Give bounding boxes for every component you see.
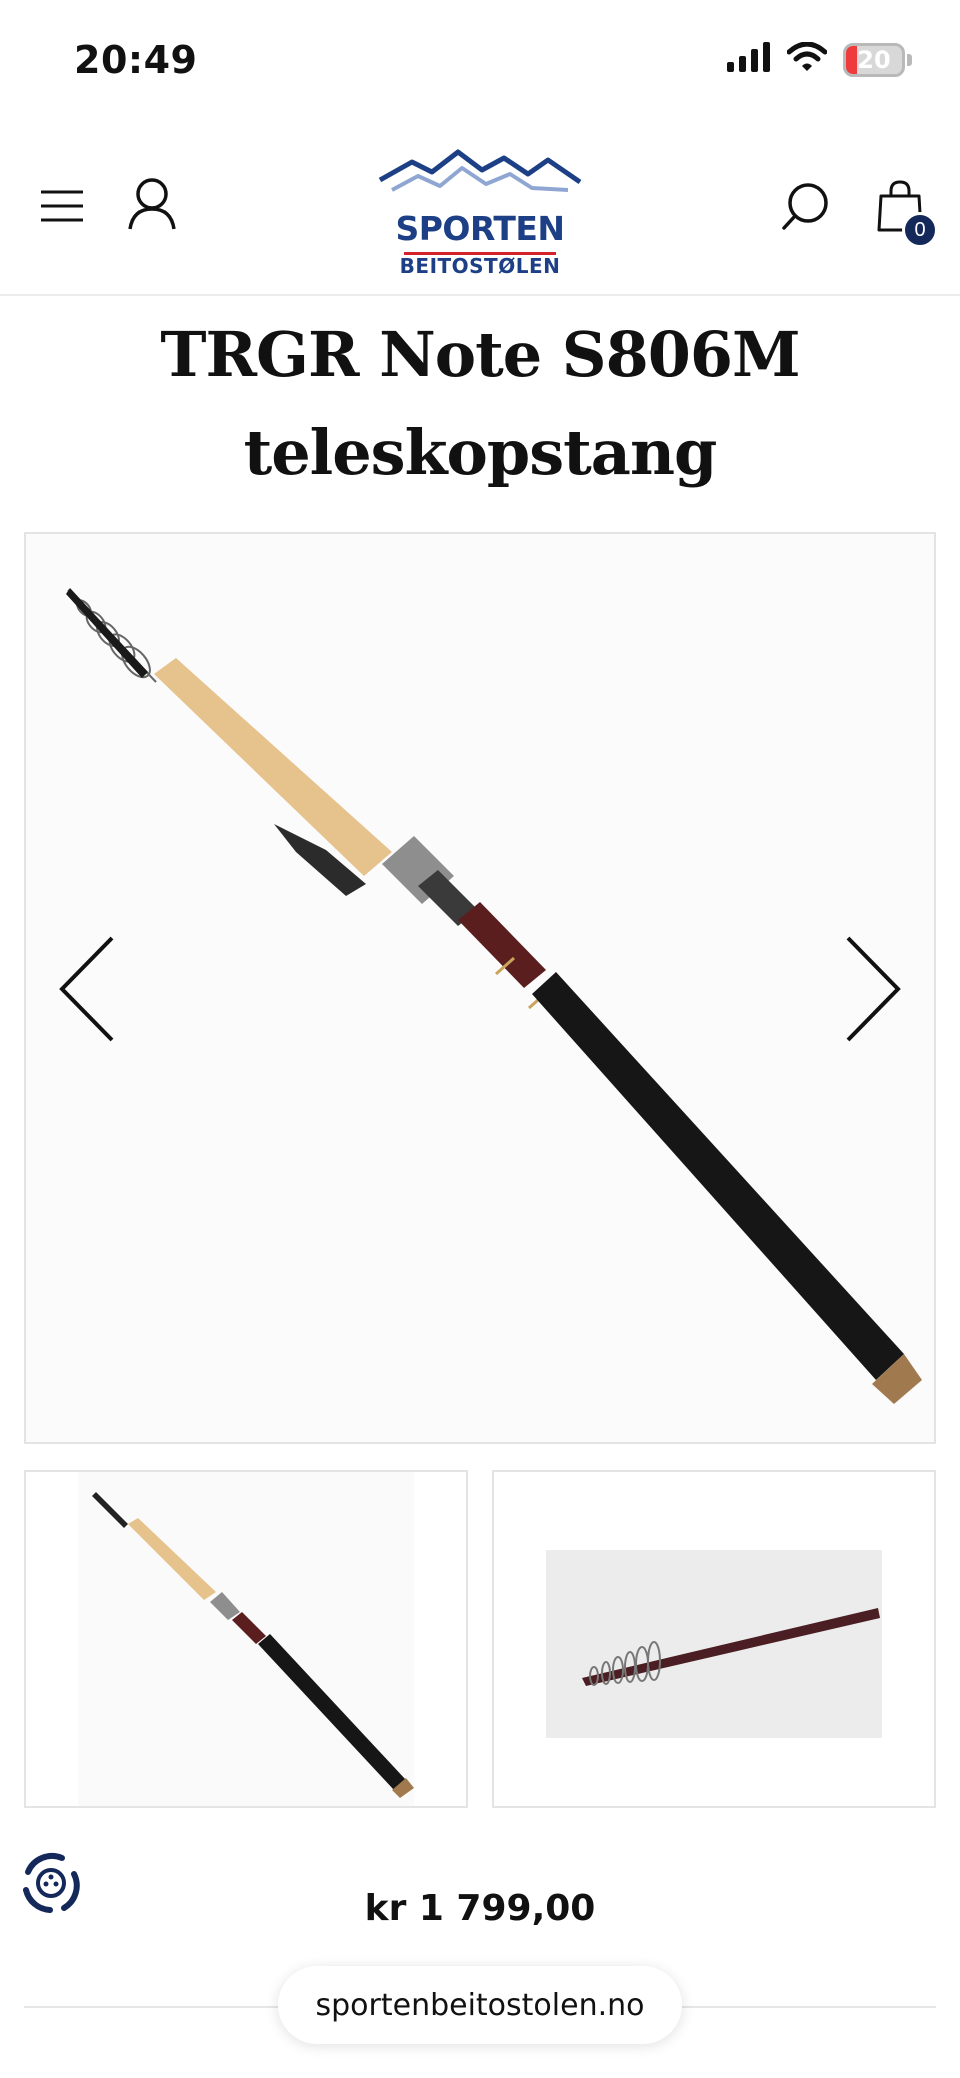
site-header: SPORTEN BEITOSTØLEN 0 <box>0 120 960 296</box>
mountains-icon <box>378 149 582 192</box>
product-image-main[interactable] <box>24 532 936 1444</box>
logo-sub-text: BEITOSTØLEN <box>399 254 561 278</box>
account-icon <box>128 178 176 230</box>
chevron-right-icon <box>846 936 901 1042</box>
menu-button[interactable] <box>36 180 88 232</box>
menu-icon <box>41 190 83 222</box>
product-thumbnail-1[interactable] <box>24 1470 468 1808</box>
site-logo[interactable]: SPORTEN BEITOSTØLEN <box>378 142 582 278</box>
logo-main-text: SPORTEN <box>395 209 565 248</box>
status-time: 20:49 <box>74 38 198 82</box>
search-icon <box>782 183 828 230</box>
wifi-icon <box>786 41 828 77</box>
product-thumbnail-2[interactable] <box>492 1470 936 1808</box>
cart-button[interactable]: 0 <box>870 172 938 248</box>
battery-icon: 20 <box>843 42 905 77</box>
previous-image-button[interactable] <box>46 934 126 1044</box>
status-icons: 20 <box>727 41 912 77</box>
product-title: TRGR Note S806M teleskopstang <box>160 318 800 489</box>
next-image-button[interactable] <box>834 934 914 1044</box>
cart-count-badge: 0 <box>902 212 938 248</box>
battery-level: 20 <box>857 45 891 74</box>
fishing-rod-thumbnail <box>78 1472 414 1806</box>
battery-tip <box>907 53 912 66</box>
rod-tip-closeup-thumbnail <box>546 1550 882 1738</box>
battery-fill <box>846 45 858 74</box>
account-button[interactable] <box>124 174 180 234</box>
fishing-rod-image <box>66 588 922 1404</box>
status-bar: 20:49 20 <box>0 0 960 120</box>
signal-icon <box>727 42 771 77</box>
search-button[interactable] <box>776 176 836 236</box>
browser-url-bar[interactable]: sportenbeitostolen.no <box>278 1966 682 2044</box>
product-price: kr 1 799,00 <box>364 1888 596 1929</box>
chevron-left-icon <box>59 936 114 1042</box>
